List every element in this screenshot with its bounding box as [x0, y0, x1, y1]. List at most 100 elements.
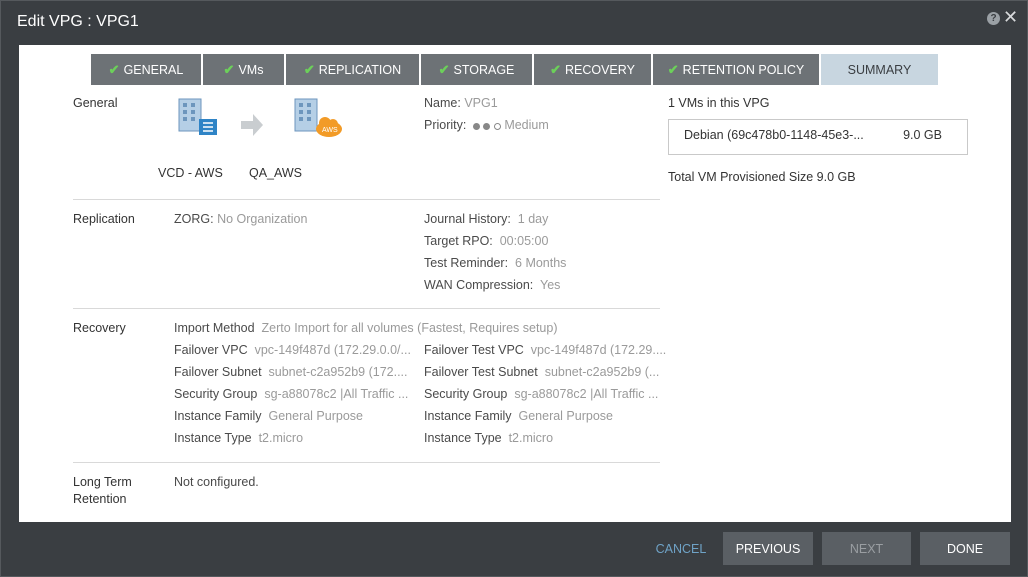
test-security-group-row: Security Group sg-a88078c2 |All Traffic … [424, 387, 658, 401]
field-value: General Purpose [518, 409, 613, 423]
target-site-icon: AWS [294, 98, 342, 137]
failover-test-vpc-row: Failover Test VPC vpc-149f487d (172.29..… [424, 343, 666, 357]
vm-size: 9.0 GB [903, 128, 942, 142]
field-value: subnet-c2a952b9 (172.... [268, 365, 408, 379]
section-label-retention-line1: Long Term [73, 475, 132, 489]
tab-label: SUMMARY [847, 62, 912, 77]
divider [73, 462, 660, 463]
field-key: Import Method [174, 321, 255, 335]
tab-summary[interactable]: SUMMARY [821, 54, 938, 85]
check-icon: ✔ [303, 61, 315, 77]
field-value: General Purpose [268, 409, 363, 423]
field-value: vpc-149f487d (172.29.... [530, 343, 667, 357]
priority-dots-icon [472, 119, 501, 133]
field-key: Security Group [424, 387, 508, 401]
check-icon: ✔ [438, 61, 450, 77]
field-key: Test Reminder: [424, 256, 509, 270]
tab-recovery[interactable]: ✔ RECOVERY [534, 54, 651, 85]
dialog-title: Edit VPG : VPG1 [17, 13, 139, 30]
field-value: vpc-149f487d (172.29.0.0/... [254, 343, 411, 357]
instance-type-row: Instance Type t2.micro [174, 431, 303, 445]
field-value: 6 Months [515, 256, 567, 270]
rpo-row: Target RPO: 00:05:00 [424, 234, 548, 248]
cancel-button[interactable]: CANCEL [649, 532, 713, 565]
field-key: Instance Type [174, 431, 252, 445]
field-key: Priority: [424, 118, 467, 132]
tab-storage[interactable]: ✔ STORAGE [421, 54, 532, 85]
divider [73, 308, 660, 309]
field-key: Name: [424, 96, 461, 110]
dialog-footer: CANCEL PREVIOUS NEXT DONE [1, 522, 1027, 576]
field-key: Failover Test VPC [424, 343, 524, 357]
wizard-tabs: ✔ GENERAL ✔ VMs ✔ REPLICATION ✔ STORAGE ✔ REC… [91, 54, 940, 85]
vm-name: Debian (69c478b0-1148-45e3-... [684, 128, 864, 142]
vms-total-size: Total VM Provisioned Size 9.0 GB [668, 170, 856, 184]
tab-label: RETENTION POLICY [682, 62, 805, 77]
field-value: sg-a88078c2 |All Traffic ... [514, 387, 659, 401]
check-icon: ✔ [550, 61, 561, 77]
source-site-label: VCD - AWS [158, 166, 223, 180]
tab-label: RECOVERY [564, 62, 635, 77]
journal-row: Journal History: 1 day [424, 212, 548, 226]
source-site-icon [178, 98, 217, 135]
security-group-row: Security Group sg-a88078c2 |All Traffic … [174, 387, 408, 401]
instance-family-row: Instance Family General Purpose [174, 409, 363, 423]
section-label-replication: Replication [73, 212, 135, 226]
field-value: 1 day [517, 212, 549, 226]
help-icon[interactable]: ? [987, 12, 1000, 25]
field-key: ZORG: [174, 212, 214, 226]
section-label-recovery: Recovery [73, 321, 126, 335]
tab-vms[interactable]: ✔ VMs [203, 54, 284, 85]
field-key: Failover VPC [174, 343, 248, 357]
tab-label: REPLICATION [318, 62, 402, 77]
field-key: Instance Family [424, 409, 512, 423]
field-value: sg-a88078c2 |All Traffic ... [264, 387, 409, 401]
vms-header: 1 VMs in this VPG [668, 96, 770, 110]
field-value: VPG1 [464, 96, 498, 110]
import-method-row: Import Method Zerto Import for all volum… [174, 321, 557, 335]
edit-vpg-dialog: Edit VPG : VPG1 ? ✕ ✔ GENERAL ✔ VMs ✔ REPLI… [0, 0, 1028, 577]
target-site-label: QA_AWS [249, 166, 303, 180]
field-value: t2.micro [508, 431, 554, 445]
field-key: Instance Family [174, 409, 262, 423]
arrow-right-icon [241, 114, 263, 136]
close-icon[interactable]: ✕ [1003, 7, 1018, 28]
done-button[interactable]: DONE [920, 532, 1010, 565]
field-key: WAN Compression: [424, 278, 534, 292]
zorg-row: ZORG: No Organization [174, 212, 307, 226]
wan-compression-row: WAN Compression: Yes [424, 278, 560, 292]
tab-label: GENERAL [123, 62, 184, 77]
failover-vpc-row: Failover VPC vpc-149f487d (172.29.0.0/..… [174, 343, 411, 357]
tab-general[interactable]: ✔ GENERAL [91, 54, 201, 85]
failover-test-subnet-row: Failover Test Subnet subnet-c2a952b9 (..… [424, 365, 659, 379]
section-label-general: General [73, 96, 118, 110]
field-key: Failover Subnet [174, 365, 262, 379]
field-key: Target RPO: [424, 234, 493, 248]
check-icon: ✔ [108, 61, 120, 77]
field-value: No Organization [217, 212, 308, 226]
divider [73, 199, 660, 200]
priority-row: Priority: Medium [424, 118, 549, 133]
previous-button[interactable]: PREVIOUS [723, 532, 813, 565]
aws-badge: AWS [322, 127, 338, 134]
next-button[interactable]: NEXT [822, 532, 911, 565]
vpg-name-row: Name: VPG1 [424, 96, 498, 110]
field-value: 00:05:00 [499, 234, 549, 248]
vm-list: Debian (69c478b0-1148-45e3-... 9.0 GB [668, 119, 968, 155]
field-key: Failover Test Subnet [424, 365, 538, 379]
field-key: Journal History: [424, 212, 511, 226]
field-value: Zerto Import for all volumes (Fastest, R… [261, 321, 558, 335]
failover-subnet-row: Failover Subnet subnet-c2a952b9 (172.... [174, 365, 408, 379]
field-key: Instance Type [424, 431, 502, 445]
test-instance-type-row: Instance Type t2.micro [424, 431, 553, 445]
dialog-titlebar: Edit VPG : VPG1 ? ✕ [1, 1, 1027, 45]
tab-replication[interactable]: ✔ REPLICATION [286, 54, 419, 85]
tab-retention-policy[interactable]: ✔ RETENTION POLICY [653, 54, 819, 85]
retention-value: Not configured. [174, 475, 259, 489]
field-value: Medium [504, 118, 549, 132]
check-icon: ✔ [667, 61, 679, 77]
check-icon: ✔ [223, 61, 235, 77]
field-value: subnet-c2a952b9 (... [544, 365, 660, 379]
field-value: t2.micro [258, 431, 304, 445]
tab-label: VMs [238, 62, 264, 77]
